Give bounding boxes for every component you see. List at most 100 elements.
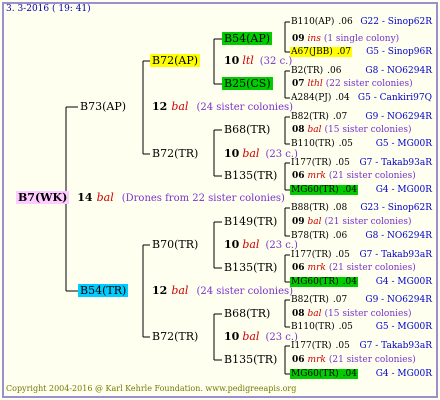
g3-year: 06 [292, 171, 305, 181]
g3-race: ins [307, 34, 321, 44]
g4-breeder-text: G4 - MG00R [375, 277, 432, 287]
g3-race: mrk [307, 263, 326, 273]
g3-note: (21 sister colonies) [324, 217, 412, 227]
g3-info: 08 bal (15 sister colonies) [292, 124, 411, 137]
g3-info: 06 mrk (21 sister colonies) [292, 170, 416, 183]
g4-label: B2(TR) .06 [290, 66, 342, 76]
g4-name: B82(TR) [291, 295, 329, 305]
g4-node: MG60(TR) .04 [290, 184, 358, 197]
g3-note: (22 sister colonies) [325, 79, 413, 89]
g2-node: B72(AP) [150, 54, 201, 67]
g4-name: B88(TR) [291, 203, 329, 213]
g4-value: .07 [332, 295, 348, 305]
g4-breeder-text: G7 - Takab93aR [359, 158, 432, 168]
g1-year: 12 [152, 100, 168, 113]
root-note: (Drones from 22 sister colonies) [121, 193, 285, 204]
g4-breeder: G8 - NO6294R [365, 65, 432, 78]
g4-label: I177(TR) .05 [290, 158, 351, 168]
g4-value: .06 [338, 17, 353, 27]
g4-name: I177(TR) [291, 250, 332, 260]
g4-name: A67(JBB) [291, 47, 333, 57]
g4-name: B78(TR) [291, 231, 329, 241]
g4-breeder-text: G7 - Takab93aR [359, 341, 432, 351]
g4-breeder-text: G5 - MG00R [375, 139, 432, 149]
g4-breeder-text: G5 - MG00R [375, 322, 432, 332]
g4-node: MG60(TR) .04 [290, 276, 358, 289]
g3-race: mrk [307, 171, 326, 181]
g4-name: B110(AP) [291, 17, 335, 27]
g3-note: (15 sister colonies) [324, 125, 412, 135]
g4-breeder: G5 - Cankiri97Q [358, 92, 432, 105]
g2-info: 10 bal (23 c.) [224, 238, 298, 252]
root-name: B7(WK) [16, 191, 70, 204]
g4-value: .05 [335, 250, 350, 260]
g4-node: B88(TR) .08 [290, 202, 348, 215]
g4-node: A284(PJ) .04 [290, 92, 351, 105]
g4-value: .05 [335, 158, 350, 168]
g4-node: B78(TR) .06 [290, 230, 348, 243]
g3-year: 07 [292, 79, 305, 89]
g4-breeder: G4 - MG00R [376, 184, 432, 197]
g1-note: (24 sister colonies) [196, 102, 294, 113]
g1-info: 12 bal (24 sister colonies) [152, 100, 293, 114]
root-year: 14 [77, 191, 93, 204]
g2-info: 10 ltl (32 c.) [224, 54, 292, 68]
g3-info: 06 mrk (21 sister colonies) [292, 354, 416, 367]
g3-node: B135(TR) [222, 353, 279, 366]
g4-value: .06 [327, 66, 342, 76]
g4-breeder-text: G8 - NO6294R [365, 66, 432, 76]
g4-value: .04 [342, 185, 357, 195]
g2-name: B70(TR) [152, 238, 199, 251]
g3-note: (21 sister colonies) [328, 263, 416, 273]
g4-value: .08 [332, 203, 348, 213]
g4-label: A67(JBB) .07 [290, 47, 353, 57]
g4-node: I177(TR) .05 [290, 249, 351, 262]
g3-note: (21 sister colonies) [328, 171, 416, 181]
g4-value: .04 [342, 369, 357, 379]
g4-breeder: G7 - Takab93aR [359, 340, 432, 353]
g2-race: bal [242, 147, 260, 160]
g2-node: B72(TR) [150, 330, 200, 343]
g4-node: B82(TR) .07 [290, 111, 348, 124]
g3-name: B68(TR) [224, 123, 271, 136]
g4-name: MG60(TR) [291, 277, 339, 287]
g4-breeder: G7 - Takab93aR [359, 249, 432, 262]
g4-label: I177(TR) .05 [290, 341, 351, 351]
g2-race: bal [242, 330, 260, 343]
g1-name: B54(TR) [78, 284, 129, 297]
g4-label: MG60(TR) .04 [290, 277, 358, 287]
g4-label: I177(TR) .05 [290, 250, 351, 260]
g4-node: B2(TR) .06 [290, 65, 342, 78]
g2-year: 10 [224, 330, 240, 343]
g3-name: B54(AP) [222, 32, 273, 45]
g1-race: bal [171, 100, 189, 113]
g4-node: B110(TR) .05 [290, 321, 354, 334]
g4-breeder: G23 - Sinop62R [360, 202, 432, 215]
g2-name: B72(AP) [150, 54, 201, 67]
g4-breeder-text: G4 - MG00R [375, 185, 432, 195]
g4-value: .05 [338, 139, 353, 149]
g2-year: 10 [224, 147, 240, 160]
g4-value: .07 [336, 47, 352, 57]
g3-info: 09 ins (1 single colony) [292, 33, 399, 46]
g4-value: .04 [335, 93, 350, 103]
g2-year: 10 [224, 54, 240, 67]
g4-breeder: G5 - MG00R [376, 321, 432, 334]
g4-breeder: G5 - Sinop96R [366, 46, 432, 59]
g3-name: B135(TR) [224, 353, 278, 366]
g4-breeder-text: G23 - Sinop62R [360, 203, 432, 213]
g4-node: B110(TR) .05 [290, 138, 354, 151]
g4-value: .05 [338, 322, 353, 332]
g4-breeder-text: G5 - Sinop96R [366, 47, 432, 57]
g3-name: B149(TR) [224, 215, 278, 228]
g2-race: ltl [242, 54, 254, 67]
g4-node: B82(TR) .07 [290, 294, 348, 307]
g4-label: B110(AP) .06 [290, 17, 354, 27]
g3-year: 08 [292, 309, 305, 319]
g4-node: A67(JBB) .07 [290, 46, 353, 59]
g3-year: 08 [292, 125, 305, 135]
g4-breeder-text: G8 - NO6294R [365, 231, 432, 241]
g4-breeder-text: G5 - Cankiri97Q [357, 93, 432, 103]
g4-name: I177(TR) [291, 341, 332, 351]
g4-node: MG60(TR) .04 [290, 368, 358, 381]
